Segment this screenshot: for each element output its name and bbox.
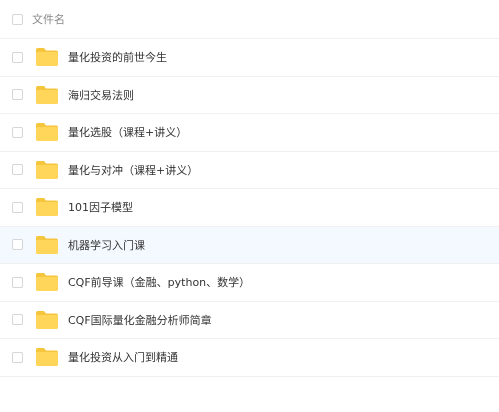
folder-row[interactable]: CQF前导课（金融、python、数学） [0,264,499,302]
folder-icon [35,197,59,217]
folder-row[interactable]: 量化与对冲（课程+讲义） [0,152,499,189]
row-checkbox[interactable] [12,276,23,288]
folder-row[interactable]: 量化投资的前世今生 [0,39,499,77]
folder-icon [35,47,59,67]
folder-icon [35,235,59,255]
folder-row[interactable]: 量化投资从入门到精通 [0,339,499,377]
folder-icon [35,122,59,142]
folder-name[interactable]: 101因子模型 [68,199,133,215]
row-checkbox[interactable] [12,201,23,213]
folder-row[interactable]: 101因子模型 [0,189,499,227]
row-checkbox[interactable] [12,164,23,176]
list-header: 文件名 [0,0,499,39]
row-checkbox[interactable] [12,314,23,326]
folder-icon [35,310,59,330]
folder-row[interactable]: CQF国际量化金融分析师简章 [0,302,499,339]
folder-name[interactable]: 量化投资从入门到精通 [68,349,178,365]
folder-row[interactable]: 量化选股（课程+讲义） [0,114,499,152]
folder-rows: 量化投资的前世今生 海归交易法则量化选股（课程+讲义） 量化与对冲（课程+讲义） 10… [0,39,499,377]
row-checkbox[interactable] [12,239,23,251]
folder-row[interactable]: 海归交易法则 [0,77,499,114]
folder-name[interactable]: CQF国际量化金融分析师简章 [68,312,212,328]
folder-name[interactable]: 量化与对冲（课程+讲义） [68,162,198,178]
folder-icon [35,160,59,180]
folder-name[interactable]: 量化投资的前世今生 [68,49,167,65]
folder-name[interactable]: 机器学习入门课 [68,237,145,253]
folder-name[interactable]: 海归交易法则 [68,87,134,103]
row-checkbox[interactable] [12,126,23,138]
folder-name[interactable]: 量化选股（课程+讲义） [68,124,187,140]
folder-icon [35,347,59,367]
filename-column-header[interactable]: 文件名 [32,11,65,27]
folder-icon [35,272,59,292]
folder-name[interactable]: CQF前导课（金融、python、数学） [68,274,250,290]
folder-icon [35,85,59,105]
select-all-checkbox[interactable] [12,13,23,25]
folder-row[interactable]: 机器学习入门课 [0,226,499,264]
file-list: 文件名 量化投资的前世今生 海归交易法则量化选股（课程+讲义） 量化与对冲（课程+讲… [0,0,499,377]
row-checkbox[interactable] [12,89,23,101]
row-checkbox[interactable] [12,51,23,63]
row-checkbox[interactable] [12,351,23,363]
